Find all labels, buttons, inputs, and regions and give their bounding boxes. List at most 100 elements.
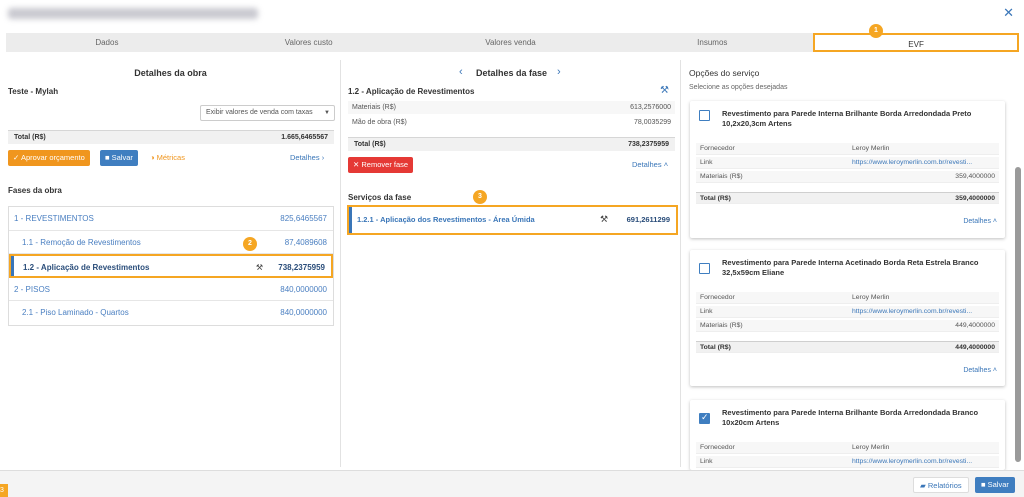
tab-dados[interactable]: Dados bbox=[6, 33, 208, 52]
phase-details-link[interactable]: Detalhes ˄ bbox=[632, 160, 668, 169]
materials-value: 359,4000000 bbox=[955, 173, 995, 180]
tab-insumos[interactable]: Insumos bbox=[611, 33, 813, 52]
phase-details-panel: ‹ Detalhes da fase › 1.2 - Aplicação de … bbox=[342, 60, 681, 467]
step-badge-2: 2 bbox=[243, 237, 257, 251]
materials-label: Materiais (R$) bbox=[700, 322, 743, 329]
service-value: 691,2611299 bbox=[626, 215, 670, 224]
phase-item[interactable]: 1 - REVESTIMENTOS 825,6465567 bbox=[9, 207, 333, 231]
phase-value: 840,0000000 bbox=[280, 284, 327, 294]
supplier-row: Fornecedor Leroy Merlin bbox=[696, 442, 999, 454]
total-label: Total (R$) bbox=[354, 141, 386, 148]
phase-label: 1 - REVESTIMENTOS bbox=[14, 214, 94, 223]
product-link[interactable]: https://www.leroymerlin.com.br/revesti..… bbox=[852, 456, 994, 468]
supplier-label: Fornecedor bbox=[700, 444, 735, 451]
phases-title: Fases da obra bbox=[8, 186, 62, 195]
close-icon[interactable]: ✕ bbox=[1003, 5, 1014, 21]
phase-total-row: Total (R$) 738,2375959 bbox=[348, 137, 675, 151]
supplier-value: Leroy Merlin bbox=[852, 145, 890, 152]
total-value: 359,4000000 bbox=[955, 195, 995, 202]
product-link[interactable]: https://www.leroymerlin.com.br/revesti..… bbox=[852, 157, 994, 169]
tools-icon[interactable]: ⚒ bbox=[256, 256, 263, 279]
select-value: Exibir valores de venda com taxas bbox=[206, 109, 313, 116]
work-total-row: Total (R$) 1.665,6465567 bbox=[8, 130, 334, 144]
phases-list: 1 - REVESTIMENTOS 825,6465567 1.1 - Remo… bbox=[8, 206, 334, 326]
supplier-label: Fornecedor bbox=[700, 294, 735, 301]
total-label: Total (R$) bbox=[700, 344, 731, 351]
approve-budget-button[interactable]: ✓ Aprovar orçamento bbox=[8, 150, 90, 166]
total-value: 449,4000000 bbox=[955, 344, 995, 351]
remove-phase-button[interactable]: ✕ Remover fase bbox=[348, 157, 414, 173]
option-total-row: Total (R$) 449,4000000 bbox=[696, 341, 999, 353]
option-checkbox[interactable] bbox=[699, 110, 710, 121]
footer-save-button[interactable]: ■ Salvar bbox=[975, 477, 1015, 493]
footer-save-label: Salvar bbox=[987, 480, 1009, 489]
materials-row: Materiais (R$) 613,2576000 bbox=[348, 101, 675, 114]
link-row: Link https://www.leroymerlin.com.br/reve… bbox=[696, 456, 999, 468]
metrics-link[interactable]: ◑ Métricas bbox=[150, 153, 185, 162]
option-total-row: Total (R$) 359,4000000 bbox=[696, 192, 999, 204]
work-name: Teste - Mylah bbox=[8, 87, 59, 96]
chevron-down-icon: ▼ bbox=[324, 110, 330, 116]
services-title: Serviços da fase bbox=[348, 193, 412, 202]
service-item-selected[interactable]: 1.2.1 - Aplicação dos Revestimentos - Ár… bbox=[347, 205, 678, 235]
panel-title: Detalhes da obra bbox=[134, 68, 207, 78]
reports-button[interactable]: ▰ Relatórios bbox=[913, 477, 969, 493]
save-work-button[interactable]: ■ Salvar bbox=[100, 150, 138, 166]
service-option-card: Revestimento para Parede Interna Brilhan… bbox=[690, 400, 1005, 470]
service-option-card: Revestimento para Parede Interna Brilhan… bbox=[690, 101, 1005, 238]
approve-budget-label: Aprovar orçamento bbox=[20, 153, 85, 162]
supplier-value: Leroy Merlin bbox=[852, 294, 890, 301]
option-title: Revestimento para Parede Interna Acetina… bbox=[722, 258, 979, 277]
service-option-card: Revestimento para Parede Interna Acetina… bbox=[690, 250, 1005, 386]
remove-phase-label: Remover fase bbox=[361, 160, 409, 169]
footer-bar: ▰ Relatórios ■ Salvar bbox=[0, 470, 1024, 497]
check-icon: ✓ bbox=[13, 153, 20, 162]
materials-value: 613,2576000 bbox=[630, 104, 671, 111]
supplier-label: Fornecedor bbox=[700, 145, 735, 152]
option-details-link[interactable]: Detalhes ˄ bbox=[963, 218, 997, 225]
chevron-right-icon[interactable]: › bbox=[557, 66, 561, 78]
tools-icon[interactable]: ⚒ bbox=[600, 214, 608, 225]
price-display-select[interactable]: Exibir valores de venda com taxas ▼ bbox=[200, 105, 335, 121]
phase-item-selected[interactable]: 1.2 - Aplicação de Revestimentos ⚒ 738,2… bbox=[9, 254, 333, 278]
metrics-label: Métricas bbox=[156, 153, 185, 162]
phase-value: 738,2375959 bbox=[278, 263, 325, 272]
materials-row: Materiais (R$) 449,4000000 bbox=[696, 320, 999, 332]
window-title-redacted bbox=[8, 8, 258, 19]
scrollbar[interactable] bbox=[1015, 167, 1021, 462]
phase-item[interactable]: 1.1 - Remoção de Revestimentos 87,408960… bbox=[9, 231, 333, 254]
chevron-up-icon: ˄ bbox=[992, 367, 997, 374]
option-checkbox[interactable] bbox=[699, 263, 710, 274]
chevron-up-icon: ˄ bbox=[663, 160, 669, 169]
materials-value: 449,4000000 bbox=[955, 322, 995, 329]
tools-icon[interactable]: ⚒ bbox=[660, 85, 669, 96]
product-link[interactable]: https://www.leroymerlin.com.br/revesti..… bbox=[852, 306, 994, 318]
option-checkbox-checked[interactable] bbox=[699, 412, 710, 424]
reports-icon: ▰ bbox=[920, 481, 926, 490]
total-label: Total (R$) bbox=[14, 134, 46, 141]
option-details-link[interactable]: Detalhes ˄ bbox=[963, 367, 997, 374]
materials-label: Materiais (R$) bbox=[700, 173, 743, 180]
link-label: Link bbox=[700, 159, 713, 166]
tab-valores-custo[interactable]: Valores custo bbox=[208, 33, 410, 52]
phase-label: 1.2 - Aplicação de Revestimentos bbox=[23, 263, 150, 272]
reports-label: Relatórios bbox=[927, 481, 962, 490]
step-badge-3: 3 bbox=[473, 190, 487, 204]
work-details-link[interactable]: Detalhes › bbox=[290, 153, 324, 162]
phase-item[interactable]: 2 - PISOS 840,0000000 bbox=[9, 278, 333, 301]
panel-title: Detalhes da fase bbox=[475, 68, 548, 78]
service-label: 1.2.1 - Aplicação dos Revestimentos - Ár… bbox=[357, 215, 535, 224]
phase-value: 825,6465567 bbox=[280, 214, 327, 223]
phase-name: 1.2 - Aplicação de Revestimentos bbox=[348, 87, 475, 96]
tab-evf[interactable]: EVF bbox=[813, 33, 1019, 52]
option-title: Revestimento para Parede Interna Brilhan… bbox=[722, 408, 979, 427]
details-label: Detalhes bbox=[632, 160, 662, 169]
details-label: Detalhes bbox=[290, 153, 320, 162]
service-options-panel: Opções do serviço Selecione as opções de… bbox=[682, 60, 1024, 470]
phase-value: 87,4089608 bbox=[284, 237, 327, 247]
details-label: Detalhes bbox=[963, 218, 991, 225]
total-value: 1.665,6465567 bbox=[281, 134, 328, 141]
window-titlebar: ✕ bbox=[0, 0, 1024, 28]
phase-item[interactable]: 2.1 - Piso Laminado - Quartos 840,000000… bbox=[9, 301, 333, 325]
tab-valores-venda[interactable]: Valores venda bbox=[410, 33, 612, 52]
